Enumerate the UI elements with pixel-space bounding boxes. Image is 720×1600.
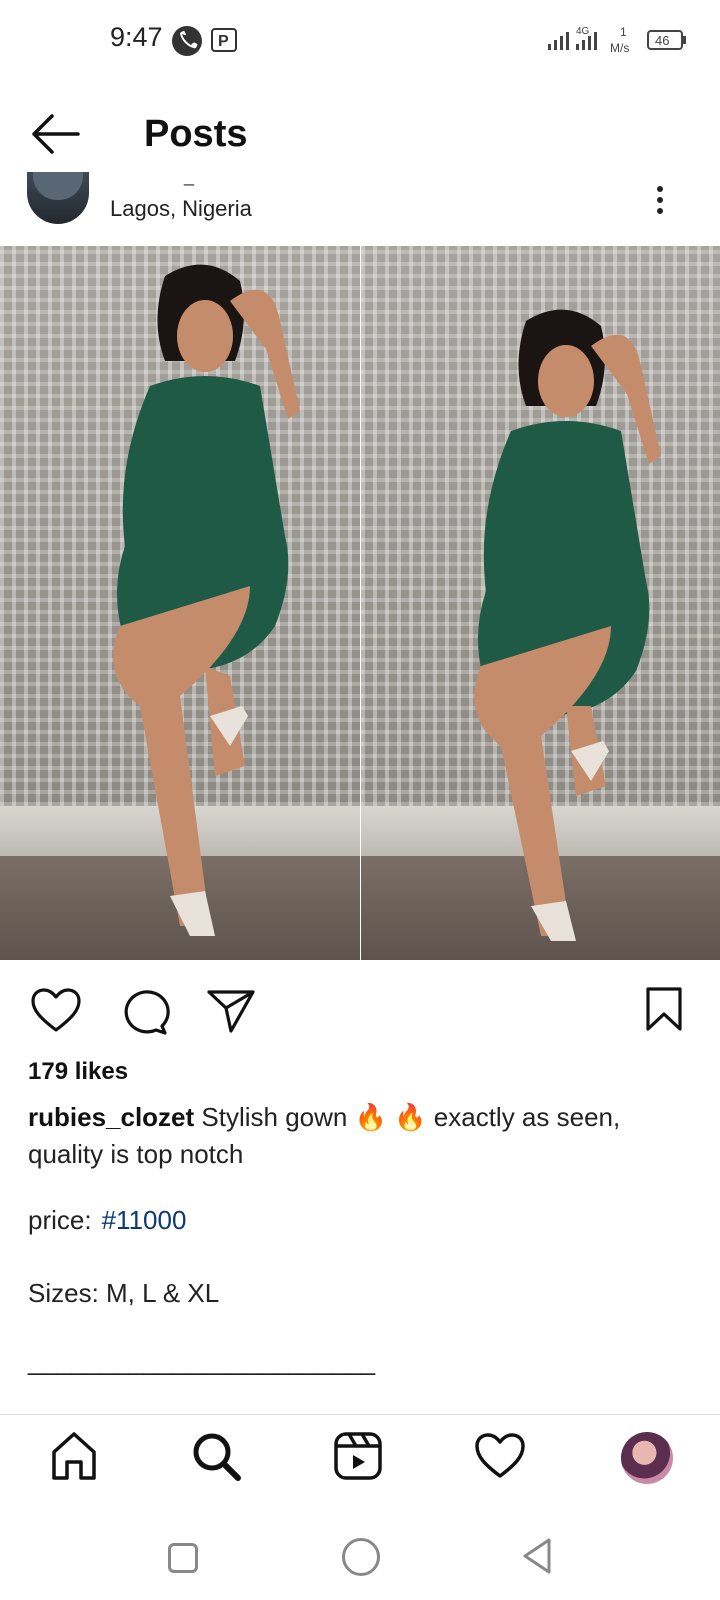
parking-icon: P xyxy=(211,28,237,52)
post-author-username[interactable]: _ xyxy=(184,166,194,187)
status-time: 9:47 xyxy=(110,22,163,52)
home-icon[interactable] xyxy=(46,1428,102,1484)
speed-value: 1 xyxy=(620,25,627,39)
status-indicators: 4G 1 M/s 46 xyxy=(548,22,698,58)
svg-text:P: P xyxy=(218,33,229,50)
caption-text-1: Stylish gown xyxy=(194,1102,355,1132)
likes-count[interactable]: 179 likes xyxy=(28,1058,128,1086)
post-photo-2[interactable] xyxy=(361,246,720,960)
bottom-nav-divider xyxy=(0,1414,720,1415)
call-icon xyxy=(172,26,202,56)
heart-icon[interactable] xyxy=(30,988,82,1034)
share-icon[interactable] xyxy=(206,988,256,1034)
post-photo-1[interactable] xyxy=(0,246,360,960)
more-options-icon[interactable] xyxy=(655,186,665,214)
page-title: Posts xyxy=(144,113,248,155)
reels-icon[interactable] xyxy=(330,1428,386,1484)
fire-emoji: 🔥 🔥 xyxy=(354,1102,427,1132)
price-line: price: #11000 xyxy=(28,1205,186,1236)
price-hashtag[interactable]: #11000 xyxy=(102,1205,187,1235)
network-type: 4G xyxy=(576,26,590,37)
post-author-avatar[interactable] xyxy=(27,172,89,224)
battery-level: 46 xyxy=(655,33,669,48)
back-button[interactable] xyxy=(30,112,82,156)
post-location[interactable]: Lagos, Nigeria xyxy=(110,196,252,222)
price-label: price: xyxy=(28,1205,92,1235)
caption-separator: ________________________ xyxy=(28,1346,376,1376)
activity-heart-icon[interactable] xyxy=(472,1428,528,1484)
bookmark-icon[interactable] xyxy=(644,986,684,1032)
search-icon[interactable] xyxy=(188,1428,244,1484)
sizes-line: Sizes: M, L & XL xyxy=(28,1278,220,1308)
recent-apps-button[interactable] xyxy=(168,1543,198,1573)
caption-username[interactable]: rubies_clozet xyxy=(28,1102,194,1132)
profile-avatar[interactable] xyxy=(621,1432,673,1484)
post-caption: rubies_clozet Stylish gown 🔥 🔥 exactly a… xyxy=(28,1099,688,1173)
back-system-button[interactable] xyxy=(520,1536,554,1576)
speed-unit: M/s xyxy=(610,41,629,55)
home-system-button[interactable] xyxy=(342,1538,380,1576)
comment-icon[interactable] xyxy=(118,988,170,1036)
